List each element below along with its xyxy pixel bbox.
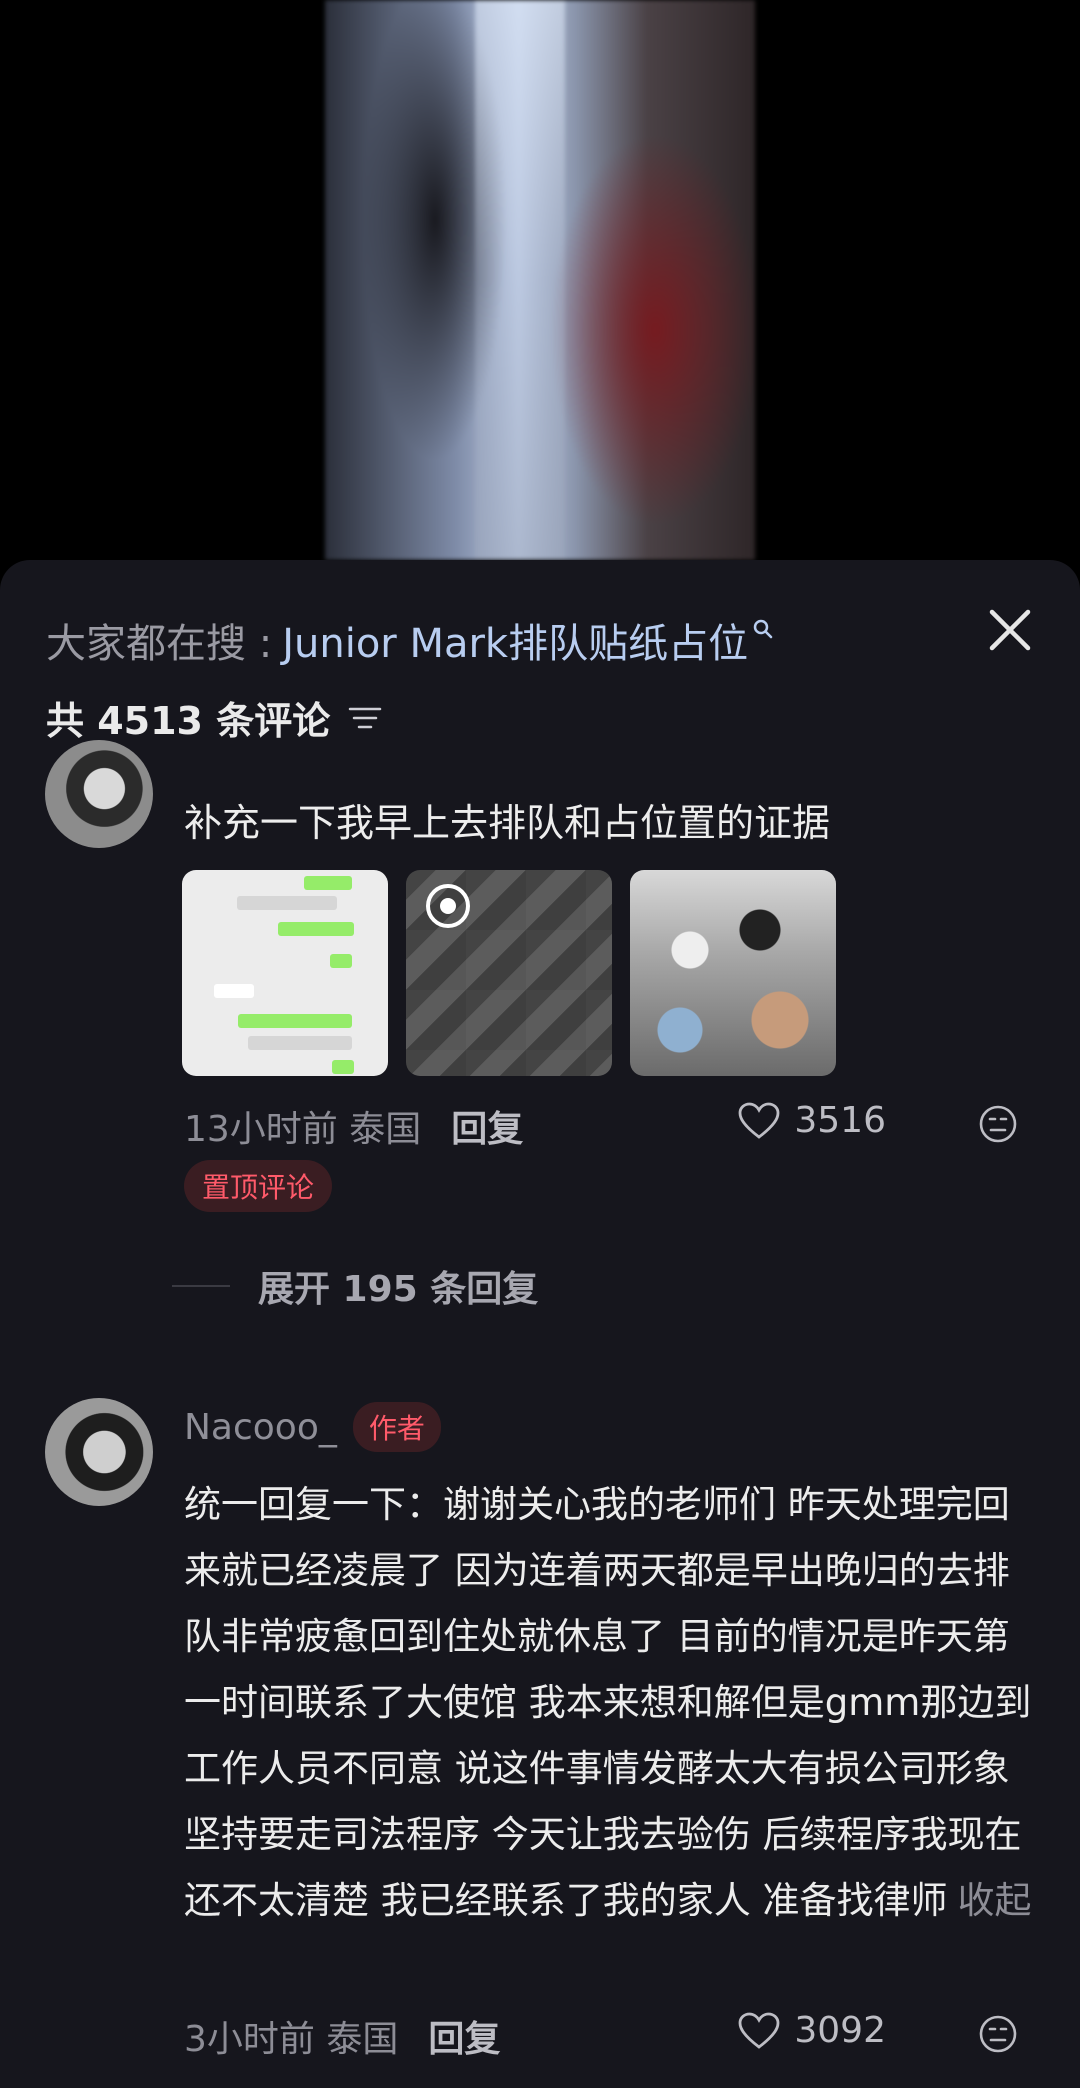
expand-replies-label: 展开 195 条回复 bbox=[258, 1269, 539, 1310]
filter-icon[interactable] bbox=[348, 703, 382, 733]
search-term-link[interactable]: Junior Mark排队贴纸占位 bbox=[282, 611, 748, 669]
like-button[interactable]: 3516 bbox=[738, 1100, 886, 1141]
video-frame bbox=[325, 0, 755, 560]
comment-count: 共 4513 条评论 bbox=[46, 690, 382, 745]
dislike-face-icon[interactable] bbox=[978, 2014, 1018, 2054]
divider bbox=[172, 1285, 230, 1287]
comment-author: Nacooo_ 作者 bbox=[184, 1402, 441, 1452]
crowd-photo-image[interactable] bbox=[630, 870, 836, 1076]
dislike-face-icon[interactable] bbox=[978, 1104, 1018, 1144]
search-prefix: 大家都在搜 : bbox=[46, 621, 273, 667]
comment-text: 统一回复一下：谢谢关心我的老师们 昨天处理完回来就已经凌晨了 因为连着两天都是早… bbox=[184, 1483, 1032, 1922]
collapse-button[interactable]: 收起 bbox=[958, 1879, 1032, 1922]
pinned-comment-badge: 置顶评论 bbox=[184, 1160, 333, 1212]
play-icon bbox=[426, 884, 470, 928]
search-icon bbox=[753, 619, 773, 639]
heart-icon bbox=[738, 2012, 780, 2049]
username[interactable]: Nacooo_ bbox=[184, 1407, 337, 1448]
comment-time-location: 13小时前 泰国 bbox=[184, 1109, 422, 1150]
heart-icon bbox=[738, 1102, 780, 1139]
like-count: 3516 bbox=[794, 1100, 886, 1141]
comment-text-block: 统一回复一下：谢谢关心我的老师们 昨天处理完回来就已经凌晨了 因为连着两天都是早… bbox=[184, 1472, 1044, 1934]
comments-panel: 大家都在搜 : Junior Mark排队贴纸占位 共 4513 条评论 补充一… bbox=[0, 560, 1080, 2088]
suggested-search[interactable]: 大家都在搜 : Junior Mark排队贴纸占位 bbox=[46, 610, 774, 670]
author-badge: 作者 bbox=[352, 1402, 441, 1452]
comment-count-text: 共 4513 条评论 bbox=[46, 699, 331, 743]
expand-replies-button[interactable]: 展开 195 条回复 bbox=[172, 1260, 538, 1312]
reply-button[interactable]: 回复 bbox=[451, 1100, 523, 1152]
video-player[interactable] bbox=[0, 0, 1080, 580]
comment-meta: 13小时前 泰国 回复 bbox=[184, 1100, 523, 1152]
comment-time-location: 3小时前 泰国 bbox=[184, 2019, 399, 2060]
avatar[interactable] bbox=[45, 740, 153, 848]
comment-text: 补充一下我早上去排队和占位置的证据 bbox=[184, 801, 831, 845]
avatar[interactable] bbox=[45, 1398, 153, 1506]
reply-button[interactable]: 回复 bbox=[428, 2010, 500, 2062]
chat-screenshot-image[interactable] bbox=[182, 870, 388, 1076]
like-count: 3092 bbox=[794, 2010, 886, 2051]
comment-images bbox=[182, 870, 836, 1076]
comment-meta: 3小时前 泰国 回复 bbox=[184, 2010, 500, 2062]
like-button[interactable]: 3092 bbox=[738, 2010, 886, 2051]
close-icon[interactable] bbox=[980, 600, 1040, 660]
floor-photo-image[interactable] bbox=[406, 870, 612, 1076]
